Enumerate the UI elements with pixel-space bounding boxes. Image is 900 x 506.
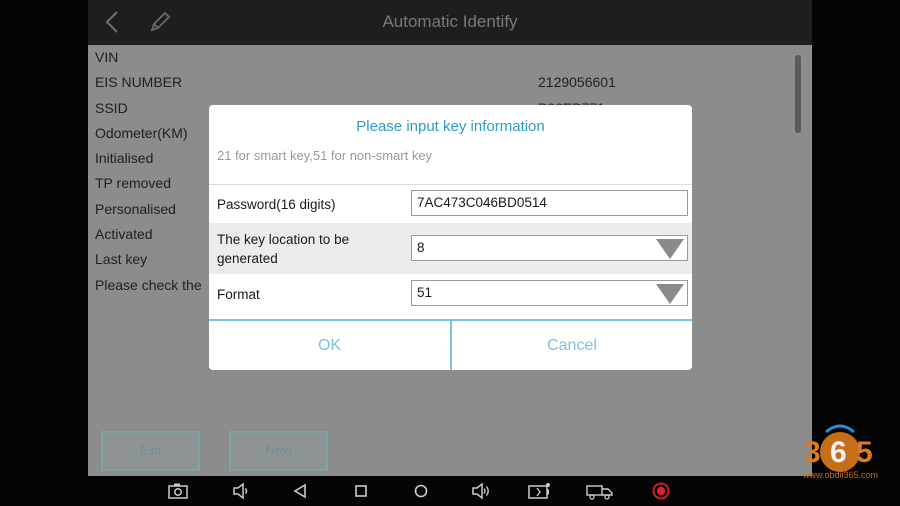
ok-button[interactable]: OK xyxy=(209,321,450,370)
info-label: Last key xyxy=(95,251,148,268)
format-select[interactable]: 51 xyxy=(411,280,688,306)
key-location-label: The key location to be generated xyxy=(217,230,349,268)
system-nav-bar xyxy=(88,476,812,506)
key-info-dialog: Please input key information 21 for smar… xyxy=(209,105,692,370)
battery-icon[interactable] xyxy=(528,482,552,500)
format-row: Format 51 xyxy=(209,274,692,314)
password-input[interactable]: 7AC473C046BD0514 xyxy=(411,190,688,216)
info-row-vin: VIN xyxy=(88,45,812,70)
info-value: 2129056601 xyxy=(538,74,616,91)
info-label: TP removed xyxy=(95,175,171,192)
info-label: Odometer(KM) xyxy=(95,124,188,141)
key-location-label-line2: generated xyxy=(217,251,278,266)
next-button[interactable]: Next xyxy=(229,431,328,471)
info-row-eis: EIS NUMBER 2129056601 xyxy=(88,70,812,95)
info-label: Please check the xyxy=(95,276,202,293)
svg-text:3: 3 xyxy=(804,436,821,469)
key-location-select[interactable]: 8 xyxy=(411,235,688,261)
watermark-text: www.obdii365.com xyxy=(803,470,879,480)
info-label: SSID xyxy=(95,99,128,116)
info-label: VIN xyxy=(95,49,119,65)
dialog-title: Please input key information xyxy=(356,118,545,135)
info-label: EIS NUMBER xyxy=(95,74,183,91)
info-label: Activated xyxy=(95,226,153,243)
password-label: Password(16 digits) xyxy=(217,197,336,212)
dialog-hint: 21 for smart key,51 for non-smart key xyxy=(217,148,433,163)
back-triangle-icon[interactable] xyxy=(291,482,311,500)
exit-button[interactable]: Exit xyxy=(101,431,200,471)
key-location-row: The key location to be generated 8 xyxy=(209,223,692,274)
scrollbar[interactable] xyxy=(795,55,801,133)
cancel-button[interactable]: Cancel xyxy=(452,321,692,370)
volume-up-icon[interactable] xyxy=(471,482,491,500)
svg-text:6: 6 xyxy=(830,436,847,469)
record-icon[interactable] xyxy=(651,482,671,500)
format-value: 51 xyxy=(417,285,433,300)
left-bezel xyxy=(0,0,88,506)
dropdown-triangle-icon xyxy=(656,239,684,259)
password-row: Password(16 digits) 7AC473C046BD0514 xyxy=(209,185,692,223)
home-icon[interactable] xyxy=(411,482,431,500)
key-location-value: 8 xyxy=(417,240,425,255)
volume-down-icon[interactable] xyxy=(231,482,251,500)
truck-icon[interactable] xyxy=(586,482,614,500)
camera-icon[interactable] xyxy=(168,482,188,500)
page-title: Automatic Identify xyxy=(382,12,518,31)
app-screen: Automatic Identify VIN EIS NUMBER 212905… xyxy=(88,0,812,506)
info-label: Personalised xyxy=(95,200,176,217)
format-label: Format xyxy=(217,287,260,302)
dropdown-triangle-icon xyxy=(656,284,684,304)
app-header: Automatic Identify xyxy=(88,0,812,45)
svg-text:5: 5 xyxy=(856,436,873,469)
recent-apps-icon[interactable] xyxy=(351,482,371,500)
key-location-label-line1: The key location to be xyxy=(217,232,350,247)
info-label: Initialised xyxy=(95,150,154,167)
